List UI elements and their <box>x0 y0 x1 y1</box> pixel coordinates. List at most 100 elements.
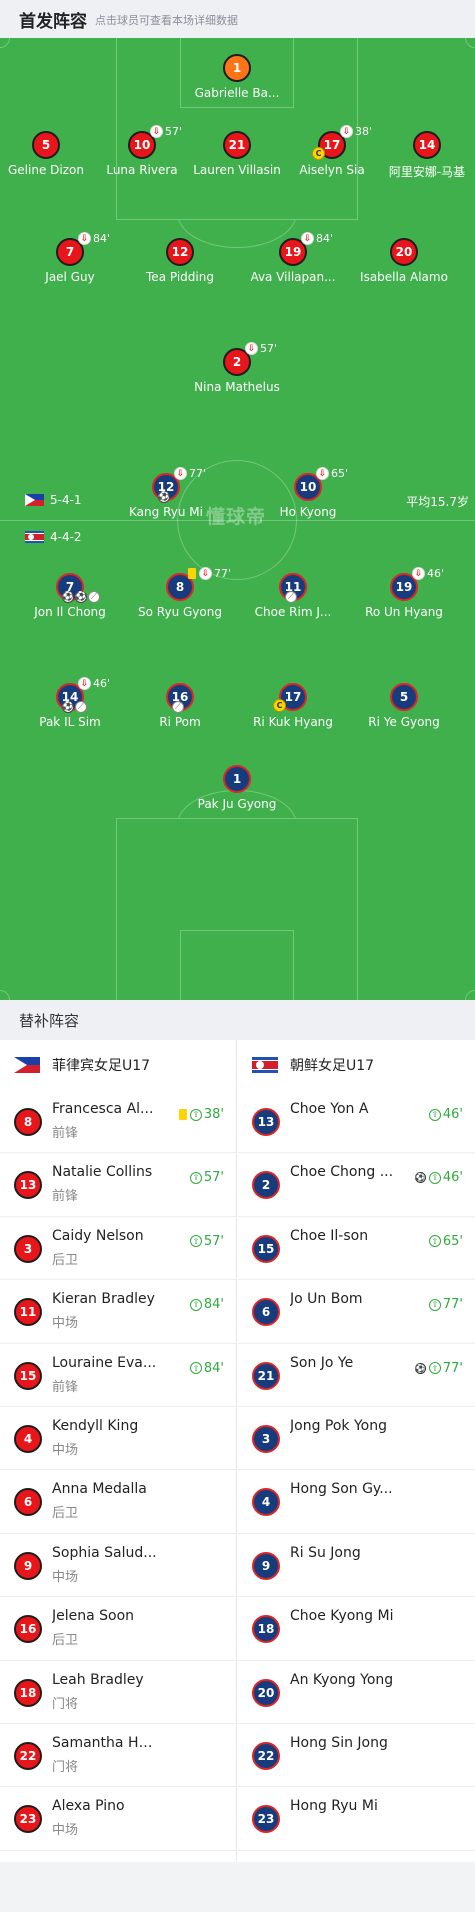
home-team-name: 菲律宾女足U17 <box>52 1058 151 1074</box>
away-sub-row[interactable]: 13 Choe Yon A ⇧ 46' <box>238 1090 475 1154</box>
sub-minute: 46' <box>93 677 111 690</box>
home-player[interactable]: 20 Isabella Alamo <box>344 238 464 284</box>
footer-spacer <box>0 1862 475 1912</box>
home-sub-row[interactable]: 23 Alexa Pino 中场 <box>0 1787 236 1851</box>
away-player[interactable]: 10 ⇩ 65' Ho Kyong <box>248 467 368 519</box>
jersey-number: 21 <box>223 131 251 159</box>
home-sub-row[interactable]: 9 Sophia Salud... 中场 <box>0 1534 236 1598</box>
sub-in-marker: ⇧ 38' <box>178 1107 224 1122</box>
goal-ball-icon: ⚽ <box>62 591 74 603</box>
away-player[interactable]: 16 ⟋ Ri Pom <box>120 683 240 729</box>
home-player[interactable]: 14 阿里安娜-马基 <box>367 131 475 180</box>
away-player[interactable]: 11 ⟋ Choe Rim J... <box>233 573 353 619</box>
sub-player-name: Sophia Salud... <box>52 1544 157 1561</box>
player-badge: 11 ⟋ <box>279 573 307 603</box>
away-sub-row[interactable]: 18 Choe Kyong Mi <box>238 1597 475 1661</box>
lineup-header: 首发阵容 点击球员可查看本场详细数据 <box>0 0 475 38</box>
goal-ball-icon: ⚽ <box>62 701 74 713</box>
player-badge: 20 <box>390 238 418 266</box>
sub-player-position: 门将 <box>52 1759 79 1775</box>
away-sub-row[interactable]: 23 Hong Ryu Mi <box>238 1787 475 1851</box>
away-sub-row[interactable]: 2 Choe Chong ... ⚽ ⇧ 46' <box>238 1153 475 1217</box>
sub-in-icon: ⇧ <box>189 1108 202 1121</box>
philippines-flag-icon <box>25 494 44 506</box>
sub-out-icon: ⇩ <box>245 342 258 355</box>
away-player[interactable]: 17 C Ri Kuk Hyang <box>233 683 353 729</box>
home-player[interactable]: 2 ⇩ 57' Nina Mathelus <box>177 342 297 394</box>
sub-in-minute: 65' <box>442 1233 463 1249</box>
assist-icon: ⟋ <box>88 591 100 603</box>
home-team-header: 菲律宾女足U17 <box>0 1040 236 1090</box>
sub-in-minute: 46' <box>442 1170 463 1186</box>
player-badge: 17 C <box>273 683 307 712</box>
home-sub-row[interactable]: 11 Kieran Bradley 中场 ⇧ 84' <box>0 1280 236 1344</box>
sub-player-name: Choe Chong ... <box>290 1164 394 1181</box>
player-badge: 16 ⟋ <box>166 683 194 713</box>
away-sub-row[interactable]: 4 Hong Son Gy... <box>238 1470 475 1534</box>
sub-player-name: Hong Ryu Mi <box>290 1798 378 1815</box>
home-sub-row[interactable]: 8 Francesca Al... 前锋 ⇧ 38' <box>0 1090 236 1154</box>
north-korea-flag-icon <box>252 1057 278 1073</box>
player-badge: 7 ⚽ ⚽ ⟋ <box>56 573 100 603</box>
home-sub-row[interactable]: 6 Anna Medalla 后卫 <box>0 1470 236 1534</box>
home-sub-row[interactable]: 3 Caidy Nelson 后卫 ⇧ 57' <box>0 1217 236 1281</box>
player-name: Ri Ye Gyong <box>368 715 440 729</box>
player-badge: 10 ⇩ 57' <box>128 125 182 159</box>
home-sub-row[interactable]: 4 Kendyll King 中场 <box>0 1407 236 1471</box>
away-player[interactable]: 1 Pak Ju Gyong <box>177 765 297 811</box>
away-player[interactable]: 5 Ri Ye Gyong <box>344 683 464 729</box>
sub-player-name: Jelena Soon <box>52 1608 135 1625</box>
away-player[interactable]: 12 ⇩ 77' ⚽ Kang Ryu Mi <box>106 467 226 519</box>
goal-assist-icons: ⚽ ⚽ ⟋ <box>62 591 101 603</box>
home-sub-row[interactable]: 22 Samantha Hu... 门将 <box>0 1724 236 1788</box>
away-player[interactable]: 19 ⇩ 46' Ro Un Hyang <box>344 567 464 619</box>
assist-icon: ⟋ <box>172 701 184 713</box>
substitution-marker: ⇩ 65' <box>316 467 348 480</box>
home-player[interactable]: 12 Tea Pidding <box>120 238 240 284</box>
sub-in-icon: ⇧ <box>428 1362 441 1375</box>
goal-assist-icons: ⟋ <box>285 591 298 603</box>
away-sub-row[interactable]: 15 Choe Il-son ⇧ 65' <box>238 1217 475 1281</box>
away-sub-row[interactable]: 21 Son Jo Ye ⚽ ⇧ 77' <box>238 1344 475 1407</box>
home-player[interactable]: 19 ⇩ 84' Ava Villapan... <box>233 232 353 284</box>
home-sub-row[interactable]: 15 Louraine Eva... 前锋 ⇧ 84' <box>0 1344 236 1407</box>
home-player[interactable]: 1 Gabrielle Ba... <box>177 54 297 100</box>
away-sub-row[interactable]: 20 An Kyong Yong <box>238 1661 475 1724</box>
player-badge: 5 <box>390 683 418 711</box>
home-sub-row[interactable]: 16 Jelena Soon 后卫 <box>0 1597 236 1661</box>
sub-player-name: Francesca Al... <box>52 1101 154 1117</box>
jersey-number: 6 <box>252 1298 280 1327</box>
goal-ball-icon: ⚽ <box>158 491 170 503</box>
away-player[interactable]: 7 ⚽ ⚽ ⟋ Jon Il Chong <box>10 573 130 619</box>
home-player[interactable]: 7 ⇩ 84' Jael Guy <box>10 232 130 284</box>
sub-player-position: 前锋 <box>52 1126 79 1141</box>
away-sub-row[interactable]: 9 Ri Su Jong <box>238 1534 475 1598</box>
sub-minute: 77' <box>214 567 232 580</box>
away-player[interactable]: 8 ⇩ 77' So Ryu Gyong <box>120 567 240 619</box>
home-sub-row[interactable]: 18 Leah Bradley 门将 <box>0 1661 236 1724</box>
sub-in-marker: ⇧ 77' <box>428 1297 463 1312</box>
jersey-number: 9 <box>252 1551 280 1580</box>
sub-player-position: 中场 <box>52 1442 79 1458</box>
away-sub-row[interactable]: 6 Jo Un Bom ⇧ 77' <box>238 1280 475 1344</box>
away-sub-row[interactable]: 3 Jong Pok Yong <box>238 1407 475 1471</box>
away-sub-row[interactable]: 22 Hong Sin Jong <box>238 1724 475 1788</box>
home-sub-row[interactable]: 13 Natalie Collins 前锋 ⇧ 57' <box>0 1153 236 1217</box>
sub-minute: 46' <box>427 567 445 580</box>
substitution-marker: ⇩ 77' <box>174 467 206 480</box>
goal-assist-icons: ⚽ <box>158 491 171 503</box>
player-badge: 12 ⇩ 77' ⚽ <box>152 467 206 503</box>
player-badge: 2 ⇩ 57' <box>223 342 277 376</box>
jersey-number: 21 <box>252 1361 280 1390</box>
substitution-marker: ⇩ 46' <box>78 677 110 690</box>
player-badge: 5 <box>32 131 60 159</box>
jersey-number: 22 <box>252 1741 280 1770</box>
sub-in-marker: ⇧ 46' <box>428 1107 463 1122</box>
player-name: Ava Villapan... <box>250 270 336 284</box>
jersey-number: 18 <box>252 1615 280 1644</box>
home-formation: 5-4-1 <box>25 493 82 507</box>
away-player[interactable]: 14 ⇩ 46' ⚽ ⟋ Pak IL Sim <box>10 677 130 729</box>
jersey-number: 5 <box>390 683 418 711</box>
jersey-number: 18 <box>14 1678 42 1707</box>
player-name: Jon Il Chong <box>34 605 106 619</box>
